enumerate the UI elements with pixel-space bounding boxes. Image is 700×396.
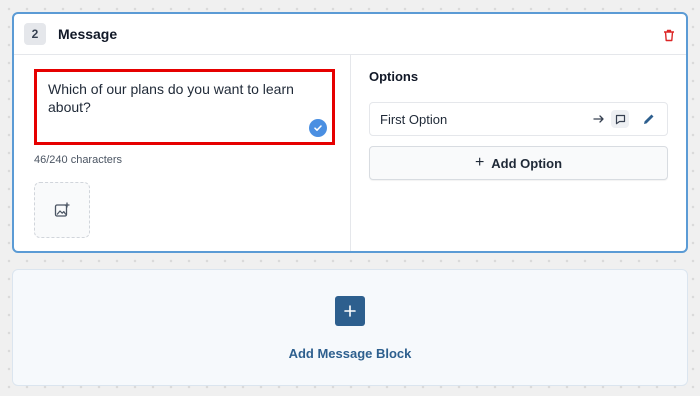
card-title: Message	[58, 26, 118, 42]
add-message-block-label: Add Message Block	[288, 346, 412, 361]
add-option-label: Add Option	[491, 155, 563, 171]
character-count: 46/240 characters	[34, 154, 123, 166]
message-pane: Which of our plans do you want to learn …	[14, 55, 351, 251]
option-item[interactable]: First Option	[369, 102, 668, 136]
option-label: First Option	[380, 111, 448, 127]
image-upload-button[interactable]	[34, 182, 90, 238]
plus-icon	[335, 296, 365, 326]
message-card: 2 Message Which of our plans do you want…	[12, 12, 688, 253]
plus-icon: +	[474, 154, 485, 171]
message-textarea[interactable]: Which of our plans do you want to learn …	[34, 69, 335, 145]
add-message-block-button[interactable]: Add Message Block	[12, 269, 688, 386]
card-header: 2 Message	[14, 14, 686, 55]
options-pane: Options First Option + Add Option	[351, 55, 686, 251]
options-title: Options	[369, 69, 419, 84]
add-option-button[interactable]: + Add Option	[369, 146, 668, 180]
card-body: Which of our plans do you want to learn …	[14, 55, 686, 251]
check-circle-icon	[309, 119, 327, 137]
edit-option-button[interactable]	[641, 111, 657, 127]
step-number-badge: 2	[24, 23, 46, 45]
message-text: Which of our plans do you want to learn …	[48, 81, 294, 115]
pencil-icon	[644, 114, 654, 124]
delete-button[interactable]	[660, 26, 678, 44]
message-square-icon	[615, 114, 625, 124]
message-target-button[interactable]	[611, 110, 629, 128]
trash-icon	[664, 29, 674, 41]
arrow-right-icon	[593, 112, 607, 126]
image-plus-icon	[54, 202, 70, 217]
